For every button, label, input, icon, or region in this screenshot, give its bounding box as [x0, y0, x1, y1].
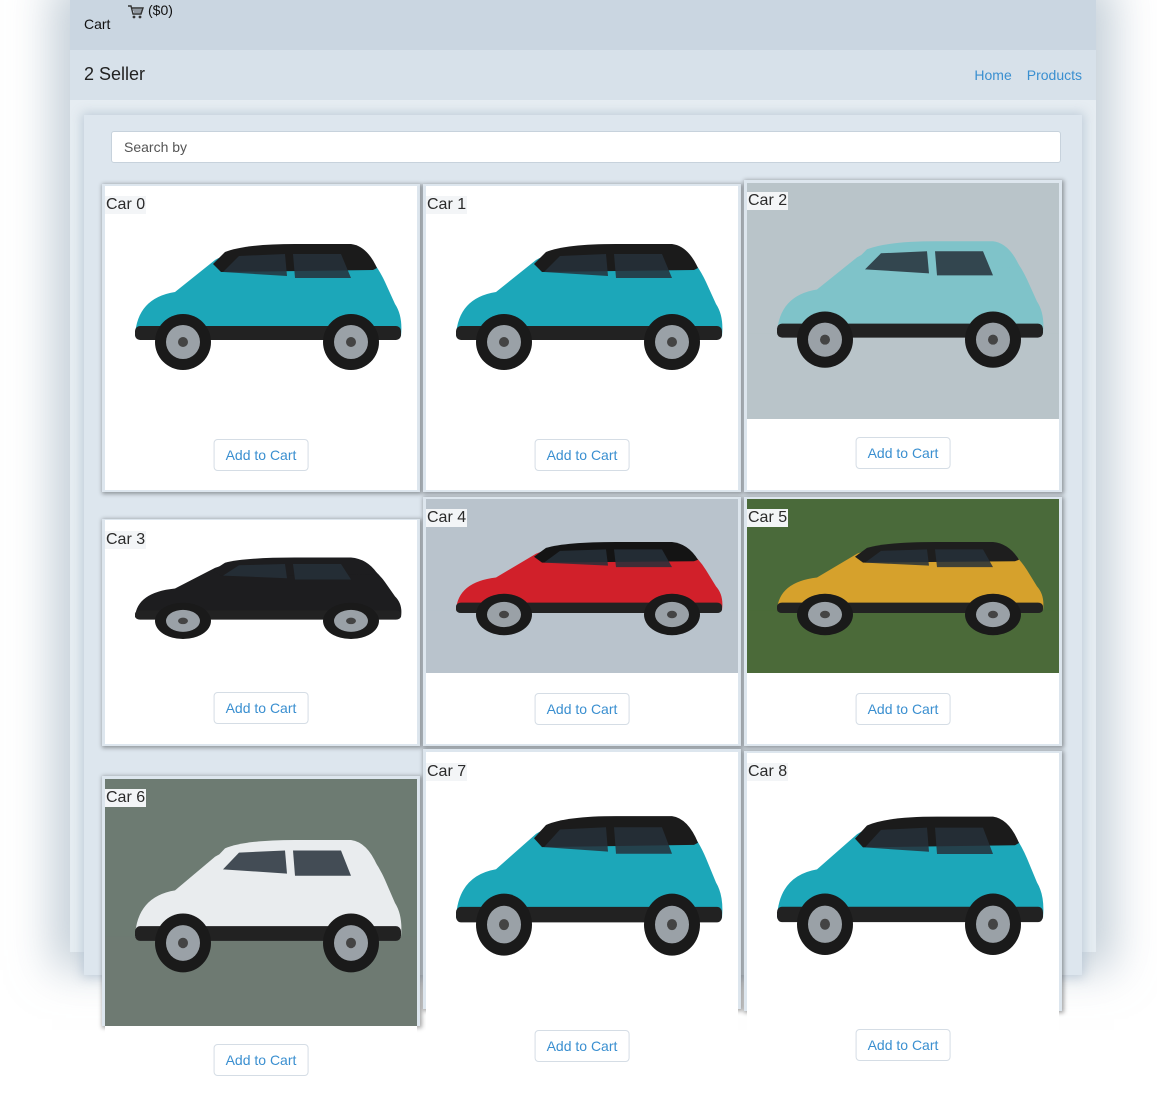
product-title: Car 1 [426, 196, 468, 214]
product-card-footer: Add to Cart [105, 1026, 417, 1096]
product-card-footer: Add to Cart [747, 1011, 1059, 1081]
product-card: Car 2 Add to Cart [744, 180, 1062, 492]
product-image [426, 499, 738, 673]
product-card: Car 8 Add to Cart [744, 751, 1062, 1081]
product-title: Car 8 [747, 763, 789, 781]
product-card-footer: Add to Cart [747, 419, 1059, 490]
product-title: Car 2 [747, 192, 789, 210]
main-nav: Home Products [974, 67, 1082, 83]
product-card-footer: Add to Cart [426, 421, 738, 490]
product-card: Car 1 Add to Cart [423, 184, 741, 492]
search-input[interactable] [111, 131, 1061, 163]
product-card-footer: Add to Cart [747, 673, 1059, 744]
add-to-cart-button[interactable]: Add to Cart [213, 439, 309, 471]
product-card-footer: Add to Cart [105, 421, 417, 490]
nav-home-link[interactable]: Home [974, 67, 1011, 83]
product-image [105, 779, 417, 1026]
product-title: Car 7 [426, 763, 468, 781]
product-title: Car 6 [105, 789, 147, 807]
product-title: Car 4 [426, 509, 468, 527]
add-to-cart-button[interactable]: Add to Cart [213, 692, 309, 724]
product-card: Car 7 Add to Cart [423, 749, 741, 1082]
page: Cart ($0) 2 Seller Home Products Car 0 A… [70, 0, 1096, 1096]
cart-total: ($0) [148, 2, 173, 18]
product-image [426, 752, 738, 1012]
add-to-cart-button[interactable]: Add to Cart [855, 693, 951, 725]
add-to-cart-button[interactable]: Add to Cart [534, 439, 630, 471]
product-image [105, 520, 417, 672]
add-to-cart-button[interactable]: Add to Cart [534, 693, 630, 725]
product-image [105, 186, 417, 421]
nav-products-link[interactable]: Products [1027, 67, 1082, 83]
add-to-cart-button[interactable]: Add to Cart [213, 1044, 309, 1076]
shopping-cart-icon[interactable] [127, 4, 145, 20]
product-card-footer: Add to Cart [426, 1012, 738, 1082]
product-image [747, 183, 1059, 419]
add-to-cart-button[interactable]: Add to Cart [855, 1029, 951, 1061]
product-image [747, 499, 1059, 673]
product-card: Car 0 Add to Cart [102, 184, 420, 492]
product-title: Car 5 [747, 509, 789, 527]
product-card: Car 4 Add to Cart [423, 497, 741, 746]
add-to-cart-button[interactable]: Add to Cart [855, 437, 951, 469]
product-image [747, 753, 1059, 1011]
product-card-footer: Add to Cart [105, 672, 417, 744]
product-image [426, 186, 738, 421]
product-card: Car 6 Add to Cart [102, 776, 420, 1096]
product-title: Car 3 [105, 531, 147, 549]
product-card-footer: Add to Cart [426, 673, 738, 744]
product-card: Car 3 Add to Cart [102, 519, 420, 746]
product-card: Car 5 Add to Cart [744, 497, 1062, 746]
brand-title[interactable]: 2 Seller [84, 64, 145, 85]
product-title: Car 0 [105, 196, 147, 214]
add-to-cart-button[interactable]: Add to Cart [534, 1030, 630, 1062]
header: 2 Seller Home Products [70, 50, 1096, 100]
top-bar: Cart ($0) [70, 0, 1096, 50]
cart-link[interactable]: Cart [84, 16, 110, 32]
